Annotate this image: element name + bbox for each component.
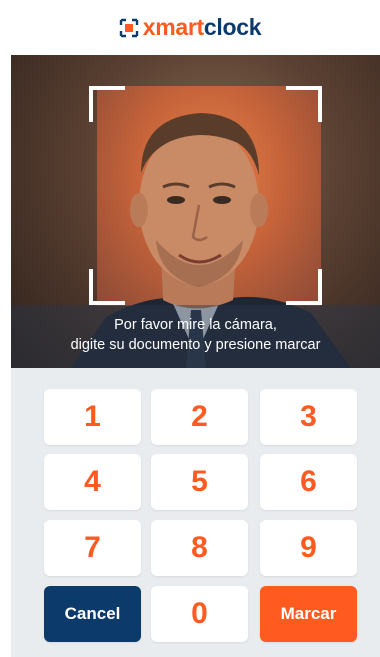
numeric-keypad: 1 2 3 4 5 6 7 8 9 Cancel 0 Marcar (11, 368, 380, 657)
camera-preview: Por favor mire la cámara, digite su docu… (11, 55, 380, 368)
key-4[interactable]: 4 (44, 454, 141, 510)
key-2[interactable]: 2 (151, 389, 248, 445)
frame-corner-bottom-right (286, 269, 322, 305)
logo-wordmark: xmartclock (142, 14, 262, 40)
frame-corner-top-right (286, 86, 322, 122)
app-header: xmartclock (0, 0, 380, 55)
logo-x-text: x (142, 14, 156, 40)
cancel-button[interactable]: Cancel (44, 586, 141, 642)
key-7[interactable]: 7 (44, 520, 141, 576)
key-6[interactable]: 6 (260, 454, 357, 510)
xmartclock-logo: xmartclock (119, 14, 262, 40)
key-1[interactable]: 1 (44, 389, 141, 445)
frame-corner-bottom-left (89, 269, 125, 305)
frame-corner-top-left (89, 86, 125, 122)
key-3[interactable]: 3 (260, 389, 357, 445)
key-9[interactable]: 9 (260, 520, 357, 576)
logo-mart-text: mart (155, 14, 204, 40)
logo-clock-text: clock (203, 14, 262, 40)
key-5[interactable]: 5 (151, 454, 248, 510)
key-0[interactable]: 0 (151, 586, 248, 642)
marcar-button[interactable]: Marcar (260, 586, 357, 642)
instructions-line-1: Por favor mire la cámara, (114, 317, 277, 333)
instructions-line-2: digite su documento y presione marcar (70, 337, 321, 353)
key-8[interactable]: 8 (151, 520, 248, 576)
logo-mark-icon (119, 18, 139, 38)
camera-instructions: Por favor mire la cámara, digite su docu… (11, 305, 380, 368)
